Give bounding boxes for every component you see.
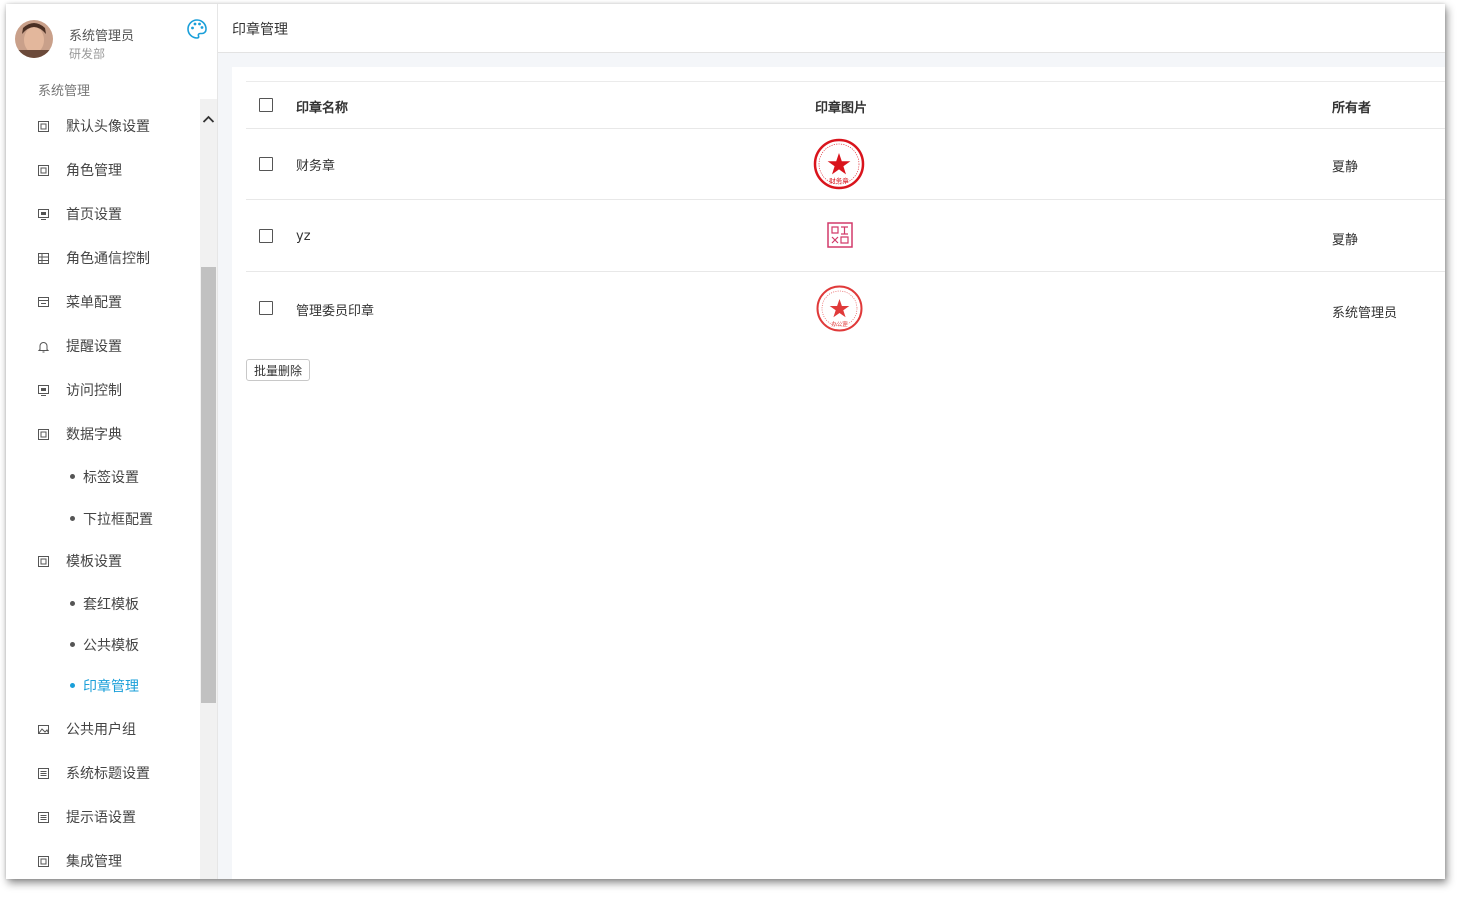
- seal-name: 管理委员印章: [296, 304, 375, 319]
- user-box: 系统管理员 研发部: [6, 4, 217, 74]
- sidebar-item-default-avatar[interactable]: 默认头像设置: [6, 107, 200, 143]
- sidebar-item-integration[interactable]: 集成管理: [6, 842, 200, 878]
- bullet-icon: [70, 683, 75, 688]
- column-header-image: 印章图片: [815, 101, 868, 116]
- app-window: 系统管理员 研发部 系统管理 默认头像设置 角色管理 首页设置 角色通信控制 菜…: [6, 4, 1445, 879]
- committee-seal-image: 办公室: [816, 285, 863, 332]
- page-title: 印章管理: [232, 22, 288, 38]
- sidebar-subitem-red-template[interactable]: 套红模板: [6, 588, 200, 620]
- bell-icon: [37, 338, 50, 353]
- row-checkbox[interactable]: [259, 157, 273, 171]
- column-header-name: 印章名称: [296, 101, 349, 116]
- sidebar-item-label: 角色管理: [66, 163, 122, 179]
- sidebar-item-label: 提示语设置: [66, 810, 136, 826]
- sidebar-item-label: 访问控制: [66, 383, 122, 399]
- sidebar-subitem-public-template[interactable]: 公共模板: [6, 629, 200, 661]
- sidebar-item-data-dict[interactable]: 数据字典: [6, 415, 200, 451]
- batch-delete-button[interactable]: 批量删除: [246, 359, 311, 381]
- user-name: 系统管理员: [69, 29, 135, 44]
- sidebar-item-label: 模板设置: [66, 554, 122, 570]
- table-row[interactable]: 管理委员印章 办公室 系统管理员: [246, 272, 1445, 343]
- seal-text: 办公室: [831, 320, 848, 328]
- table-icon: [37, 250, 50, 264]
- chevron-up-icon[interactable]: [200, 111, 217, 127]
- sidebar-item-label: 提醒设置: [66, 339, 122, 355]
- seal-owner: 夏静: [1332, 160, 1359, 175]
- monitor-icon: [37, 382, 50, 396]
- avatar[interactable]: [15, 20, 53, 58]
- sidebar-item-label: 公共用户组: [66, 722, 136, 738]
- sidebar-subitem-label: 下拉框配置: [83, 512, 153, 528]
- sidebar-item-public-user-group[interactable]: 公共用户组: [6, 710, 200, 746]
- palette-icon[interactable]: [186, 18, 208, 40]
- list-icon: [37, 765, 50, 779]
- image-icon: [37, 721, 50, 734]
- page-header: 印章管理: [218, 4, 1445, 53]
- column-header-owner: 所有者: [1332, 101, 1372, 116]
- table-row[interactable]: 财务章 财务章 夏静: [246, 128, 1445, 200]
- seal-name: yz: [296, 229, 311, 244]
- square-seal-image: [827, 222, 853, 248]
- table-header-row: 印章名称 印章图片 所有者: [246, 81, 1445, 129]
- user-dept: 研发部: [69, 47, 106, 61]
- grid-icon: [37, 118, 50, 132]
- sidebar-subitem-label: 印章管理: [83, 679, 139, 695]
- table-row[interactable]: yz 夏静: [246, 200, 1445, 272]
- sidebar-item-label: 首页设置: [66, 207, 122, 223]
- sidebar-subitem-dropdown-config[interactable]: 下拉框配置: [6, 503, 200, 535]
- sidebar-item-system-title[interactable]: 系统标题设置: [6, 754, 200, 790]
- sidebar-subitem-label: 套红模板: [83, 597, 139, 613]
- row-checkbox[interactable]: [259, 301, 273, 315]
- sidebar-item-label: 菜单配置: [66, 295, 122, 311]
- sidebar-menu: 默认头像设置 角色管理 首页设置 角色通信控制 菜单配置 提醒设置 访问控制 数…: [6, 103, 200, 879]
- bullet-icon: [70, 642, 75, 647]
- sidebar-item-roles[interactable]: 角色管理: [6, 151, 200, 187]
- sidebar-item-reminder[interactable]: 提醒设置: [6, 327, 200, 363]
- grid-icon: [37, 853, 50, 867]
- sidebar-item-homepage[interactable]: 首页设置: [6, 195, 200, 231]
- bullet-icon: [70, 474, 75, 479]
- sidebar-section-title: 系统管理: [38, 84, 91, 99]
- bullet-icon: [70, 516, 75, 521]
- sidebar-item-label: 系统标题设置: [66, 766, 150, 782]
- list-icon: [37, 809, 50, 823]
- sidebar-item-label: 角色通信控制: [66, 251, 150, 267]
- seal-text: 财务章: [829, 176, 849, 185]
- seal-owner: 系统管理员: [1332, 306, 1398, 321]
- sidebar-item-templates[interactable]: 模板设置: [6, 542, 200, 578]
- grid-icon: [37, 426, 50, 440]
- monitor-icon: [37, 206, 50, 220]
- sidebar-item-role-comm[interactable]: 角色通信控制: [6, 239, 200, 275]
- sidebar-subitem-label: 标签设置: [83, 470, 139, 486]
- finance-seal-image: 财务章: [813, 138, 865, 190]
- sidebar-subitem-tags[interactable]: 标签设置: [6, 461, 200, 493]
- sidebar-subitem-seal-management[interactable]: 印章管理: [6, 670, 200, 702]
- seal-name: 财务章: [296, 159, 336, 174]
- bullet-icon: [70, 601, 75, 606]
- grid-icon: [37, 553, 50, 567]
- content-panel: 印章名称 印章图片 所有者 财务章 财务章 夏静 yz 夏静 管理委员印章 办公…: [232, 67, 1445, 879]
- row-checkbox[interactable]: [259, 229, 273, 243]
- sidebar-item-label: 集成管理: [66, 854, 122, 870]
- sidebar-item-prompt-settings[interactable]: 提示语设置: [6, 798, 200, 834]
- seal-owner: 夏静: [1332, 233, 1359, 248]
- sidebar-item-label: 默认头像设置: [66, 119, 150, 135]
- sidebar-scrollbar-thumb[interactable]: [201, 267, 216, 703]
- sidebar: 系统管理员 研发部 系统管理 默认头像设置 角色管理 首页设置 角色通信控制 菜…: [6, 4, 218, 879]
- window-icon: [37, 294, 50, 307]
- grid-icon: [37, 162, 50, 176]
- sidebar-subitem-label: 公共模板: [83, 638, 139, 654]
- sidebar-item-access-control[interactable]: 访问控制: [6, 371, 200, 407]
- main-content: 印章管理 印章名称 印章图片 所有者 财务章 财务章 夏静 yz 夏静 管理委员…: [218, 4, 1445, 879]
- sidebar-item-menu-config[interactable]: 菜单配置: [6, 283, 200, 319]
- select-all-checkbox[interactable]: [259, 98, 273, 112]
- sidebar-item-label: 数据字典: [66, 427, 122, 443]
